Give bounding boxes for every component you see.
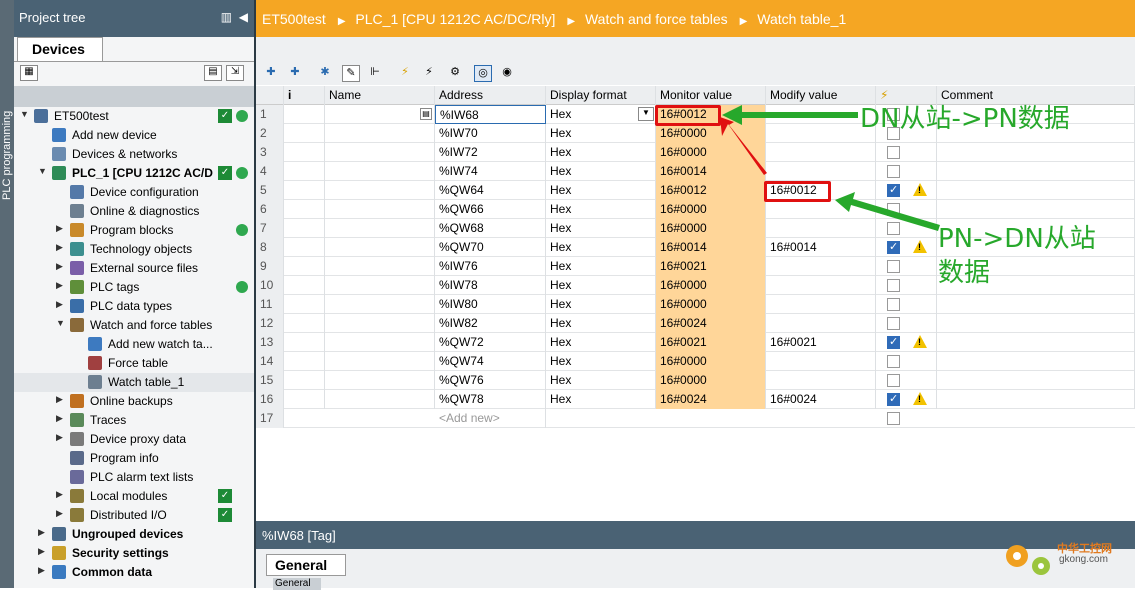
red-link-arrow-icon (720, 117, 767, 175)
pn-to-dn-annotation-line2: 数据 (938, 258, 991, 288)
dn-to-pn-annotation: DN从站->PN数据 (860, 104, 1070, 134)
arrow-to-modify-icon (835, 192, 940, 231)
watermark-en: gkong.com (1059, 554, 1108, 565)
watermark-logo: 中华工控网 gkong.com (1003, 532, 1133, 582)
pn-to-dn-annotation: PN->DN从站 (938, 224, 1096, 254)
arrow-to-monitor-icon (722, 105, 858, 125)
annotation-arrows (720, 105, 940, 231)
